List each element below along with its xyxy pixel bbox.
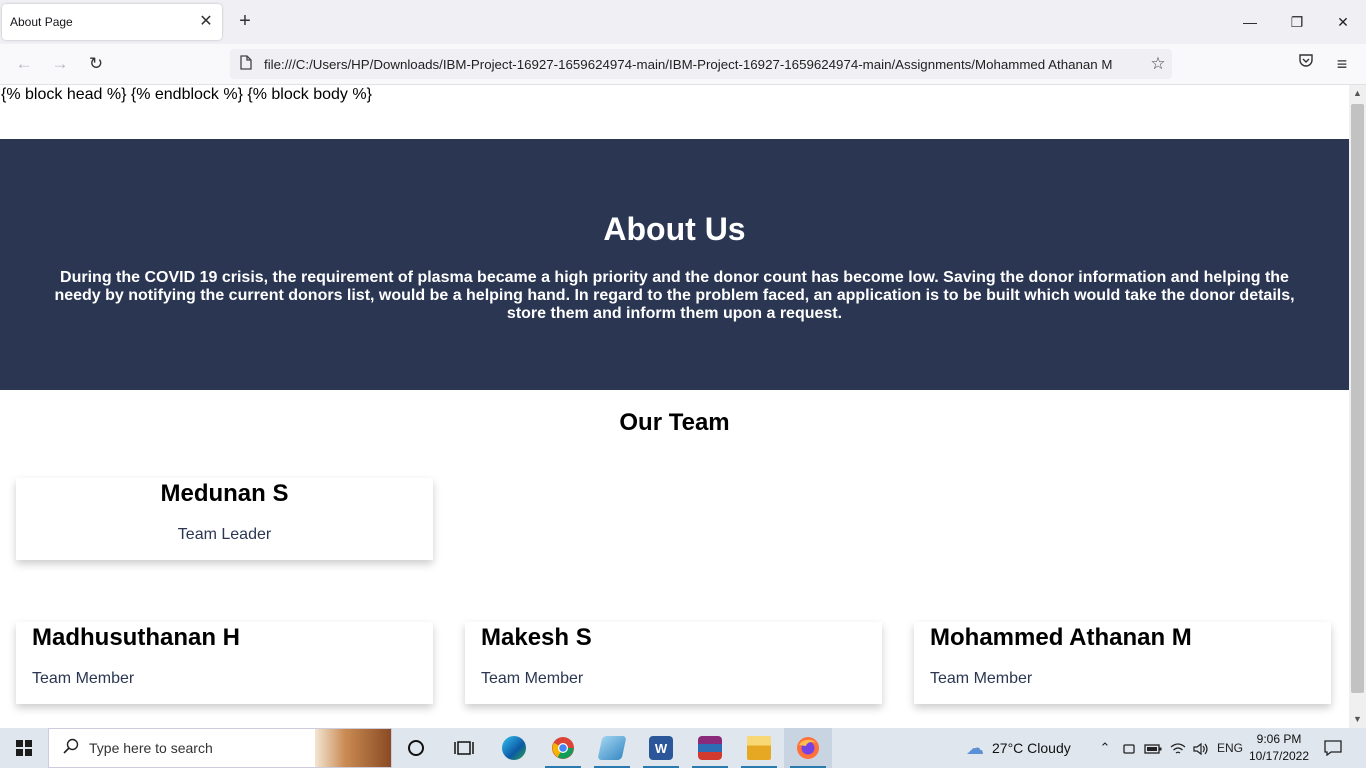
notification-center-icon[interactable] <box>1316 728 1350 768</box>
wifi-icon[interactable] <box>1166 728 1190 768</box>
chrome-icon[interactable] <box>539 728 587 768</box>
taskbar-clock[interactable]: 9:06 PM 10/17/2022 <box>1246 731 1312 765</box>
page-viewport: {% block head %} {% endblock %} {% block… <box>0 85 1349 728</box>
address-bar[interactable]: file:///C:/Users/HP/Downloads/IBM-Projec… <box>230 49 1172 79</box>
word-icon[interactable]: W <box>637 728 685 768</box>
scroll-up-arrow-icon[interactable]: ▲ <box>1349 85 1366 102</box>
volume-icon[interactable] <box>1190 728 1212 768</box>
weather-widget[interactable]: ☁ 27°C Cloudy <box>966 728 1071 768</box>
page-icon <box>238 55 254 73</box>
winrar-icon[interactable] <box>686 728 734 768</box>
firefox-icon[interactable] <box>784 728 832 768</box>
language-indicator[interactable]: ENG <box>1214 728 1246 768</box>
member-role: Team Leader <box>177 526 272 543</box>
about-section: About Us During the COVID 19 crisis, the… <box>0 139 1349 390</box>
member-name: Mohammed Athanan M <box>930 624 1192 651</box>
navigation-toolbar: ← → ↻ file:///C:/Users/HP/Downloads/IBM-… <box>0 44 1366 85</box>
show-hidden-icons-icon[interactable]: ⌃ <box>1096 728 1114 768</box>
clock-date: 10/17/2022 <box>1248 749 1310 763</box>
app-icon[interactable] <box>588 728 636 768</box>
tab-title: About Page <box>10 15 73 29</box>
member-role: Team Member <box>930 670 1033 687</box>
back-button[interactable]: ← <box>12 52 36 76</box>
about-description: During the COVID 19 crisis, the requirem… <box>54 269 1295 322</box>
menu-icon[interactable]: ≡ <box>1330 52 1354 76</box>
search-placeholder: Type here to search <box>89 740 213 756</box>
reload-button[interactable]: ↻ <box>84 52 108 76</box>
vertical-scrollbar[interactable]: ▲ ▼ <box>1349 85 1366 728</box>
member-role: Team Member <box>481 670 584 687</box>
taskbar-search-box[interactable]: Type here to search <box>48 728 392 768</box>
meet-now-icon[interactable] <box>1118 728 1140 768</box>
team-leader-card: Medunan S Team Leader <box>16 478 433 560</box>
close-tab-icon[interactable]: ✕ <box>198 14 214 30</box>
minimize-button[interactable]: — <box>1230 8 1270 36</box>
search-icon <box>63 738 79 759</box>
member-name: Makesh S <box>481 624 592 651</box>
edge-icon[interactable] <box>490 728 538 768</box>
cloud-icon: ☁ <box>966 737 984 758</box>
scroll-thumb[interactable] <box>1351 104 1364 693</box>
team-member-card: Madhusuthanan H Team Member <box>16 622 433 704</box>
team-member-card: Mohammed Athanan M Team Member <box>914 622 1331 704</box>
tab-about-page[interactable]: About Page ✕ <box>2 4 222 40</box>
team-member-card: Makesh S Team Member <box>465 622 882 704</box>
member-role: Team Member <box>32 670 135 687</box>
start-button[interactable] <box>0 728 48 768</box>
pocket-icon[interactable] <box>1294 52 1318 76</box>
file-explorer-icon[interactable] <box>735 728 783 768</box>
windows-logo-icon <box>16 740 32 756</box>
tab-bar: About Page ✕ + — ❐ ✕ <box>0 0 1366 44</box>
scroll-down-arrow-icon[interactable]: ▼ <box>1349 711 1366 728</box>
task-view-icon[interactable] <box>440 728 488 768</box>
team-title: Our Team <box>619 409 730 436</box>
search-highlight-image <box>315 729 391 767</box>
weather-text: 27°C Cloudy <box>992 740 1071 756</box>
new-tab-button[interactable]: + <box>234 10 256 32</box>
restore-button[interactable]: ❐ <box>1277 8 1317 36</box>
bookmark-star-icon[interactable]: ☆ <box>1144 54 1172 74</box>
member-name: Medunan S <box>160 480 289 507</box>
template-placeholder-text: {% block head %} {% endblock %} {% block… <box>1 86 372 103</box>
forward-button[interactable]: → <box>48 52 72 76</box>
close-window-button[interactable]: ✕ <box>1323 8 1363 36</box>
member-name: Madhusuthanan H <box>32 624 240 651</box>
cortana-icon[interactable] <box>392 728 440 768</box>
clock-time: 9:06 PM <box>1256 732 1302 746</box>
windows-taskbar: Type here to search W ☁ 27°C Cloudy ⌃ EN… <box>0 728 1366 768</box>
about-title: About Us <box>603 211 746 247</box>
battery-icon[interactable] <box>1142 728 1164 768</box>
url-text: file:///C:/Users/HP/Downloads/IBM-Projec… <box>264 56 1113 72</box>
